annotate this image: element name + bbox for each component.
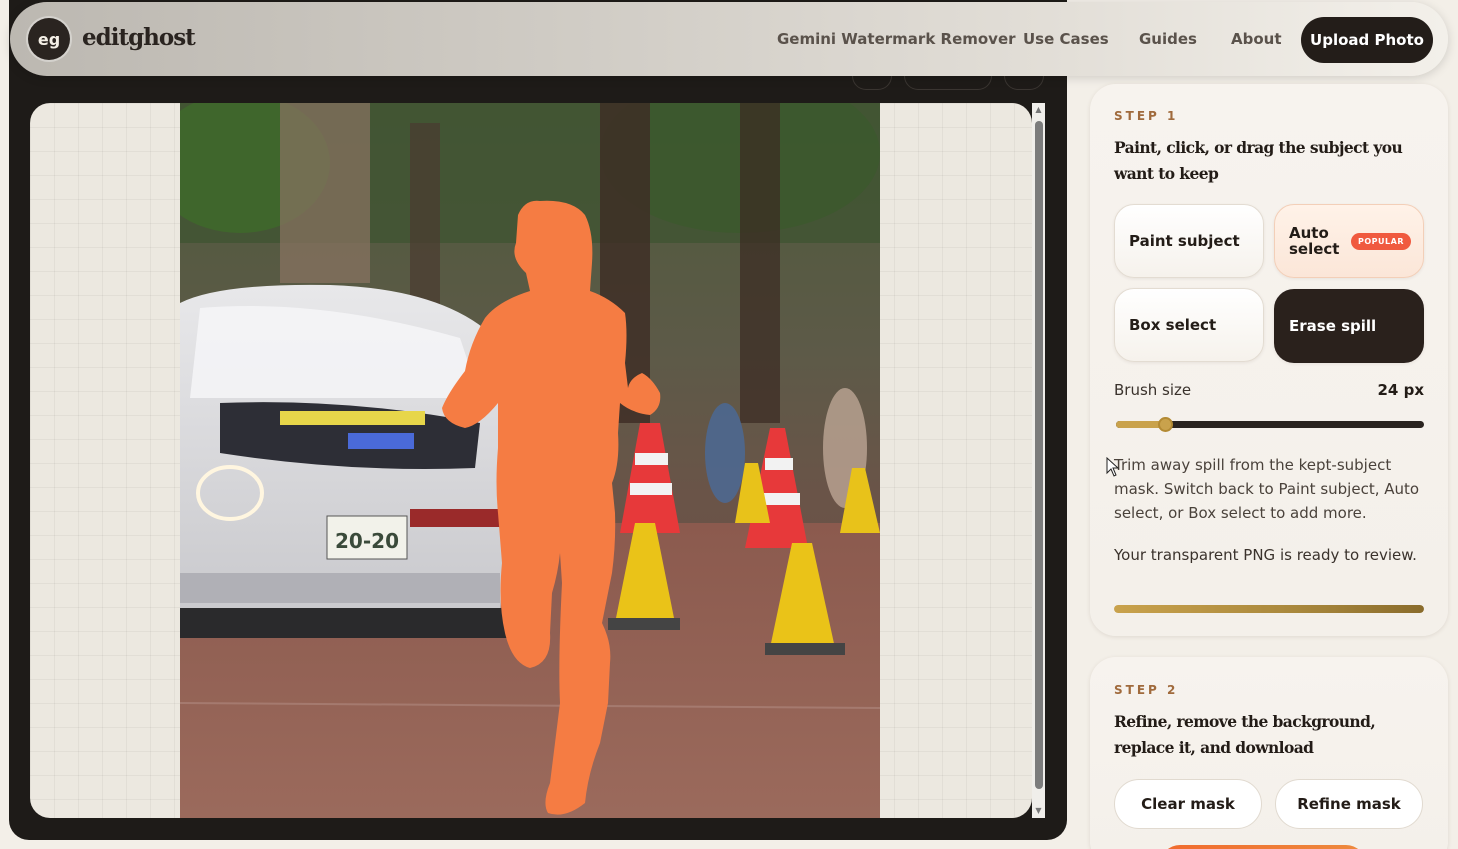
- logo-text[interactable]: editghost: [82, 24, 196, 51]
- refine-mask-button[interactable]: Refine mask: [1275, 779, 1423, 829]
- erase-spill-button[interactable]: Erase spill: [1274, 289, 1424, 363]
- brush-size-slider[interactable]: [1116, 417, 1424, 432]
- nav-gemini-watermark-remover[interactable]: Gemini Watermark Remover: [777, 30, 1016, 48]
- paint-subject-button[interactable]: Paint subject: [1114, 204, 1264, 278]
- scroll-thumb[interactable]: [1035, 121, 1043, 789]
- progress-bar: [1114, 605, 1424, 613]
- nav-use-cases[interactable]: Use Cases: [1023, 30, 1109, 48]
- brush-size-value: 24 px: [1377, 381, 1424, 399]
- step1-title: Paint, click, or drag the subject you wa…: [1114, 138, 1403, 183]
- remove-background-button[interactable]: [1160, 845, 1366, 849]
- photo-preview: 20-20: [180, 103, 880, 818]
- svg-text:20-20: 20-20: [335, 529, 399, 553]
- editor-canvas[interactable]: 20-20: [30, 103, 1032, 818]
- upload-photo-button[interactable]: Upload Photo: [1301, 17, 1433, 63]
- step2-card: STEP 2 Refine, remove the background, re…: [1090, 657, 1448, 849]
- logo-badge[interactable]: eg: [28, 18, 70, 60]
- canvas-scrollbar[interactable]: ▲ ▼: [1032, 103, 1045, 818]
- site-header: eg editghost Gemini Watermark Remover Us…: [10, 2, 1448, 76]
- photo-image: 20-20: [180, 103, 880, 818]
- clear-mask-button[interactable]: Clear mask: [1114, 779, 1262, 829]
- scroll-up-arrow[interactable]: ▲: [1034, 105, 1043, 115]
- nav-about[interactable]: About: [1231, 30, 1282, 48]
- slider-thumb[interactable]: [1158, 417, 1174, 432]
- step2-title: Refine, remove the background, replace i…: [1114, 712, 1376, 757]
- box-select-label: Box select: [1129, 316, 1217, 334]
- ready-status-text: Your transparent PNG is ready to review.: [1114, 546, 1417, 564]
- nav-guides[interactable]: Guides: [1139, 30, 1197, 48]
- scroll-down-arrow[interactable]: ▼: [1034, 806, 1043, 816]
- step1-label: STEP 1: [1114, 109, 1179, 123]
- brush-size-label: Brush size: [1114, 381, 1192, 399]
- paint-subject-label: Paint subject: [1129, 232, 1240, 250]
- mouse-cursor-icon: [1106, 457, 1120, 477]
- step2-label: STEP 2: [1114, 683, 1179, 697]
- tool-help-text: Trim away spill from the kept-subject ma…: [1114, 456, 1420, 522]
- step1-card: STEP 1 Paint, click, or drag the subject…: [1090, 84, 1448, 636]
- erase-spill-label: Erase spill: [1289, 317, 1377, 335]
- auto-select-button[interactable]: Auto select POPULAR: [1274, 204, 1424, 278]
- auto-select-label: Auto select: [1289, 224, 1340, 258]
- popular-badge: POPULAR: [1351, 233, 1411, 250]
- progress-fill: [1114, 605, 1424, 613]
- box-select-button[interactable]: Box select: [1114, 288, 1264, 362]
